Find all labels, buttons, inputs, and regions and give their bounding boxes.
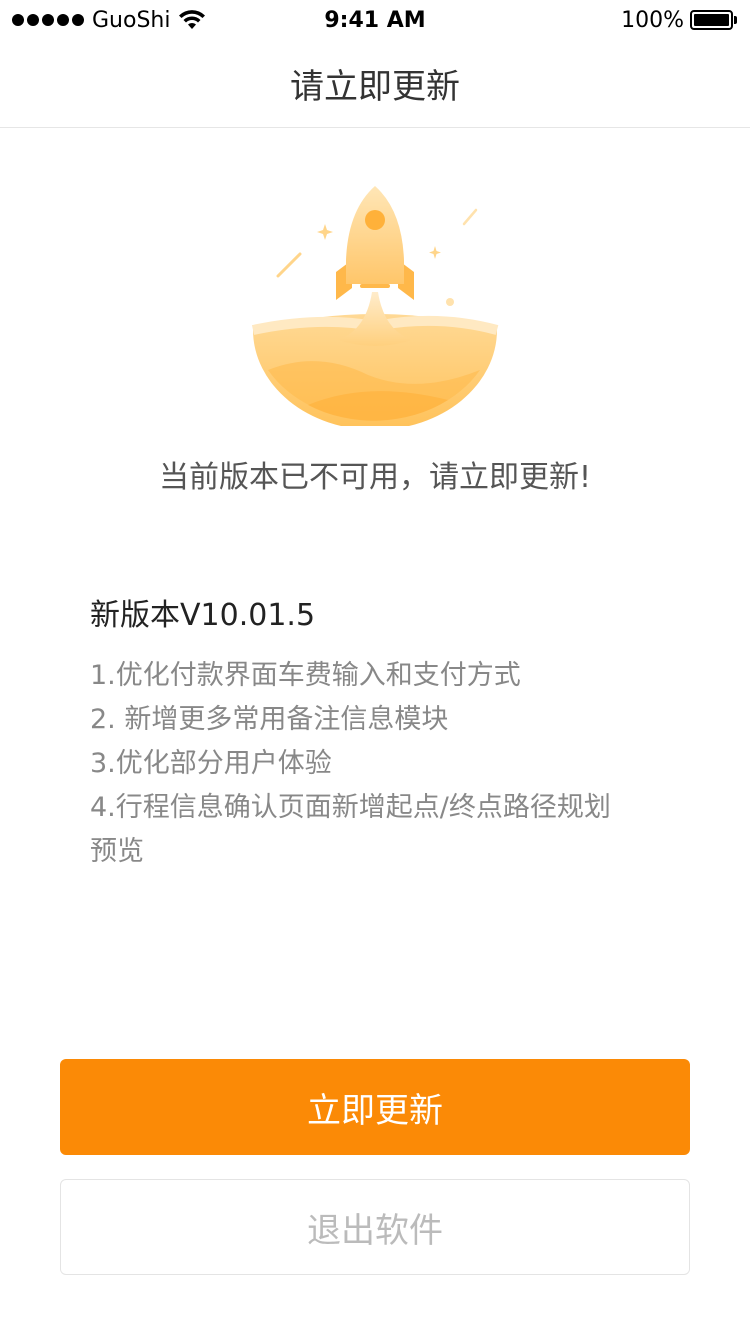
battery-icon	[690, 9, 738, 31]
version-info: 新版本V10.01.5 1.优化付款界面车费输入和支付方式 2. 新增更多常用备…	[90, 590, 670, 874]
nav-bar: 请立即更新	[0, 40, 750, 128]
changelog-list: 1.优化付款界面车费输入和支付方式 2. 新增更多常用备注信息模块 3.优化部分…	[90, 654, 670, 874]
update-screen: GuoShi 9:41 AM 100% 请立即更新 当前版本已不可用，请立即更新…	[0, 0, 750, 1334]
changelog-item: 1.优化付款界面车费输入和支付方式	[90, 660, 521, 691]
carrier-name: GuoShi	[92, 7, 171, 33]
wifi-icon	[179, 10, 206, 29]
update-notice: 当前版本已不可用，请立即更新!	[158, 460, 592, 495]
signal-dots-icon	[12, 14, 84, 26]
update-now-button[interactable]: 立即更新	[60, 1059, 690, 1155]
version-title: 新版本V10.01.5	[90, 598, 316, 633]
exit-app-button[interactable]: 退出软件	[60, 1179, 690, 1275]
changelog-item: 预览	[90, 836, 144, 867]
changelog-item: 3.优化部分用户体验	[90, 748, 332, 779]
battery-percent: 100%	[621, 7, 684, 33]
status-right: 100%	[621, 8, 738, 33]
status-bar: GuoShi 9:41 AM 100%	[0, 0, 750, 40]
page-title: 请立即更新	[290, 67, 460, 107]
status-left: GuoShi	[12, 8, 206, 33]
rocket-launch-icon	[251, 186, 499, 426]
changelog-item: 2. 新增更多常用备注信息模块	[90, 704, 449, 735]
changelog-item: 4.行程信息确认页面新增起点/终点路径规划	[90, 792, 611, 823]
